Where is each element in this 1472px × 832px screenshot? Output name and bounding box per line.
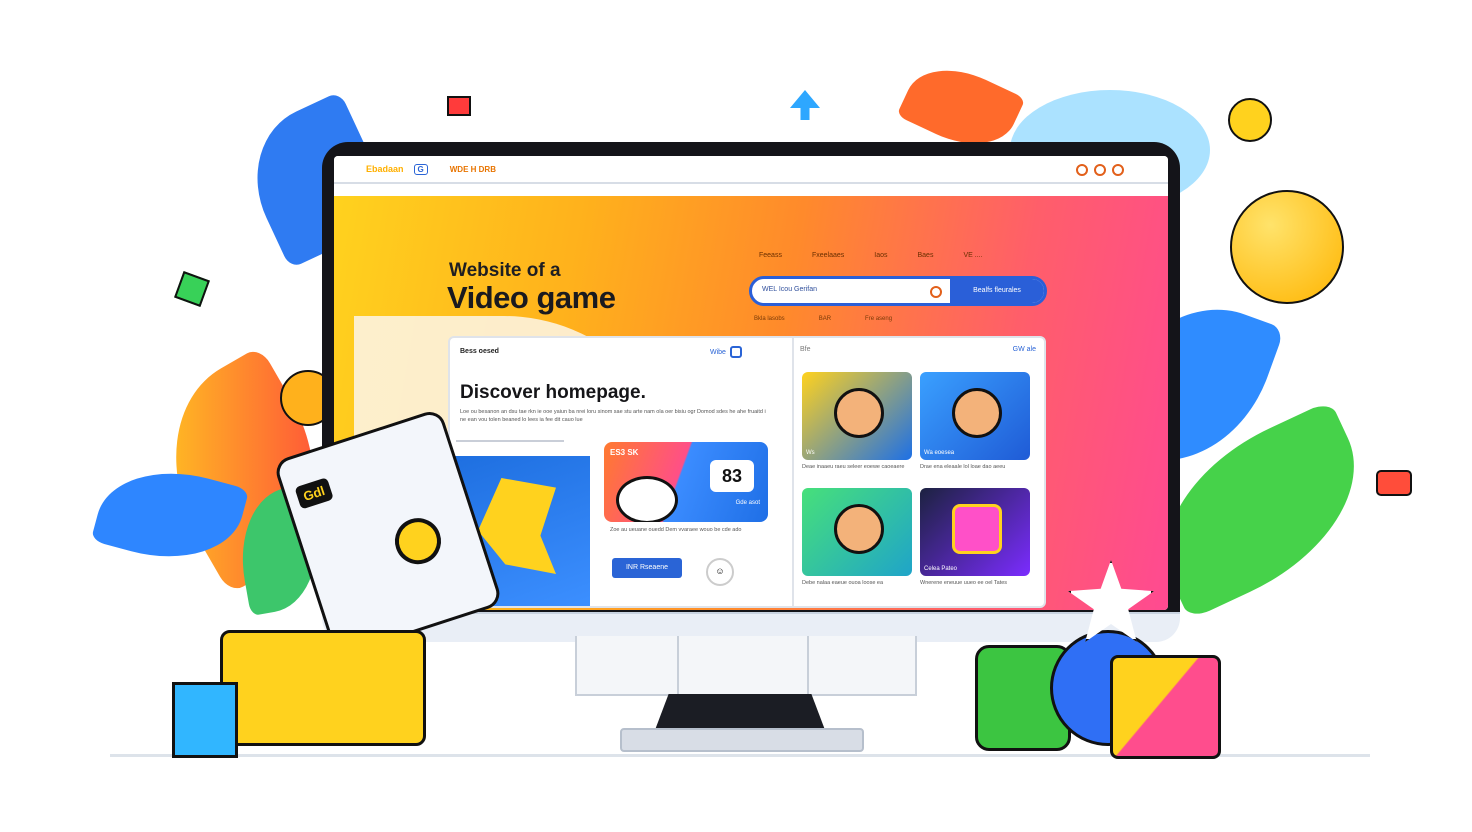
panel-mini-icon[interactable] bbox=[729, 346, 742, 358]
hero-nav-item[interactable]: Feeass bbox=[759, 252, 782, 259]
coin-icon bbox=[388, 512, 447, 571]
smiley-icon[interactable]: ☺ bbox=[706, 558, 734, 586]
promo-tag: Gde asot bbox=[735, 500, 760, 506]
decor-yellow-ball-small bbox=[1228, 98, 1272, 142]
hero-title-line2: Video game bbox=[447, 280, 616, 315]
game-tile[interactable]: Ws bbox=[802, 372, 912, 460]
game-tile-title: Celea Pateo bbox=[924, 566, 958, 572]
star-shirt-icon bbox=[478, 478, 556, 574]
hero-links: Bkla lasobs BAR Fre aseng bbox=[754, 316, 892, 322]
decor-red-square bbox=[447, 96, 471, 116]
hero-nav-item[interactable]: Fxeelaaes bbox=[812, 252, 844, 259]
panel-header: Bess oesed bbox=[460, 348, 499, 355]
panel-right-header: Bfe bbox=[800, 346, 811, 353]
search-bar[interactable]: WEL Icou Gerifan Bealfs fleurales bbox=[749, 276, 1047, 306]
content-panel: Bess oesed Wibe Discover homepage. Loe o… bbox=[448, 336, 1046, 608]
decor-yellow-blocks bbox=[220, 630, 426, 746]
search-button[interactable]: Bealfs fleurales bbox=[950, 279, 1044, 303]
hero-link[interactable]: Fre aseng bbox=[865, 316, 892, 322]
soccer-ball-icon bbox=[616, 476, 678, 522]
game-tile-caption: Debe nalaa eaeue ouoa loose ea bbox=[802, 580, 884, 586]
tab-g[interactable]: G bbox=[413, 163, 428, 175]
decor-cyan-block bbox=[172, 682, 238, 758]
decor-cyan-arrow bbox=[790, 90, 820, 120]
cta-button[interactable]: INR Rseaene bbox=[612, 558, 682, 578]
decor-red-pill bbox=[1376, 470, 1412, 496]
game-tile-title: Wa eoesea bbox=[924, 450, 955, 456]
search-icon[interactable] bbox=[930, 286, 942, 298]
top-menu[interactable]: WDE H DRB bbox=[450, 165, 496, 174]
game-tile[interactable]: Celea Pateo bbox=[920, 488, 1030, 576]
monitor-neck bbox=[655, 694, 825, 730]
panel-right: Bfe GW ale Ws Deae inaaeu raeu seleer eo… bbox=[792, 338, 1046, 606]
game-tile-title: Ws bbox=[806, 450, 815, 456]
decor-pink-cube bbox=[1110, 655, 1221, 759]
monitor-stand bbox=[575, 636, 917, 696]
top-bar-icons bbox=[1076, 164, 1124, 176]
panel-left: Bess oesed Wibe Discover homepage. Loe o… bbox=[450, 338, 786, 606]
decor-yellow-ball-large bbox=[1230, 190, 1344, 304]
panel-right-option[interactable]: GW ale bbox=[1013, 346, 1036, 353]
promo-badge: 83 bbox=[710, 460, 754, 492]
settings-icon[interactable] bbox=[1094, 164, 1106, 176]
hero-nav-item[interactable]: VE .... bbox=[963, 252, 982, 259]
brand-logo[interactable]: Ebadaan bbox=[366, 164, 404, 174]
panel-title: Discover homepage. bbox=[460, 382, 646, 403]
promo-label: ES3 SK bbox=[610, 448, 639, 457]
browser-top-bar: Ebadaan G WDE H DRB bbox=[334, 156, 1168, 184]
game-tile[interactable] bbox=[802, 488, 912, 576]
game-tile-caption: Drae ena eleaale lol loae dao aeeu bbox=[920, 464, 1006, 470]
game-tile-caption: Deae inaaeu raeu seleer eoewe caoeaere bbox=[802, 464, 905, 470]
promo-card[interactable]: ES3 SK 83 Gde asot bbox=[604, 442, 768, 522]
hero-link[interactable]: Bkla lasobs bbox=[754, 316, 785, 322]
panel-mini: Wibe bbox=[710, 346, 742, 358]
cube-icon bbox=[952, 504, 1002, 554]
character-icon bbox=[952, 388, 1002, 438]
device-card-label: Gdl bbox=[294, 477, 334, 510]
panel-divider bbox=[456, 440, 564, 442]
decor-green-gem bbox=[174, 271, 210, 307]
notification-icon[interactable] bbox=[1112, 164, 1124, 176]
profile-icon[interactable] bbox=[1076, 164, 1088, 176]
game-tile-caption: Wnerene eneuue uueo ee oel Tates bbox=[920, 580, 1008, 586]
monitor-base bbox=[620, 728, 864, 752]
search-input[interactable]: WEL Icou Gerifan bbox=[762, 286, 817, 293]
hero-title-line1: Website of a bbox=[449, 260, 561, 281]
panel-description: Loe ou besanon an dsu tae rkn ie ooe yai… bbox=[460, 409, 766, 423]
hero-nav-item[interactable]: Iaos bbox=[874, 252, 887, 259]
hero-nav: Feeass Fxeelaaes Iaos Baes VE .... bbox=[759, 252, 983, 259]
hero-nav-item[interactable]: Baes bbox=[918, 252, 934, 259]
panel-mini-label[interactable]: Wibe bbox=[710, 349, 726, 356]
character-icon bbox=[834, 388, 884, 438]
game-tile[interactable]: Wa eoesea bbox=[920, 372, 1030, 460]
promo-text: Zoe au ueuane ouedd Dem vvaraee wouo be … bbox=[610, 527, 742, 533]
character-icon bbox=[834, 504, 884, 554]
hero-link[interactable]: BAR bbox=[819, 316, 831, 322]
